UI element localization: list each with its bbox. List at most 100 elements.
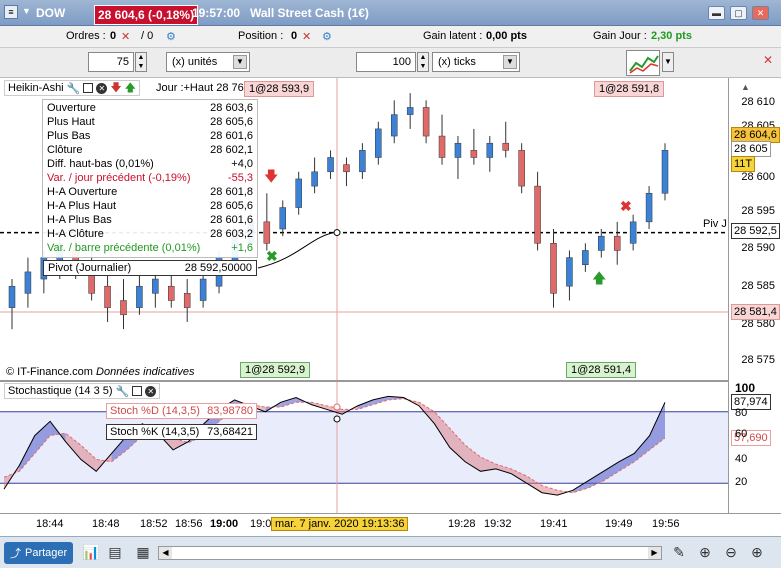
info-value: 28 605,6: [210, 200, 253, 212]
minimize-button[interactable]: ▬: [708, 6, 725, 20]
bottom-toolbar: ⤴ Partager 📊 ▤ ▦ ◀ ▶ ✎ ⊕ ⊖ ⊕: [0, 536, 781, 568]
share-icon: ⤴: [10, 548, 21, 560]
time-tick: 19:28: [448, 518, 476, 530]
clock-time: 19:57:00: [192, 6, 241, 20]
close-icon[interactable]: ✕: [145, 385, 157, 397]
ticks-unit-select[interactable]: (x) ticks ▼: [432, 52, 520, 72]
position-gear-icon[interactable]: ⚙: [322, 30, 332, 43]
close-button[interactable]: ✕: [752, 6, 769, 20]
axis-60: 60: [735, 428, 748, 440]
low-line-label: 28 581,4: [731, 304, 780, 320]
maximize-button[interactable]: ▢: [730, 6, 747, 20]
gear-icon[interactable]: ⚙: [166, 30, 176, 43]
zoom-out-icon[interactable]: ⊖: [722, 543, 740, 561]
ticks-input[interactable]: 100: [356, 52, 416, 72]
info-row: H-A Ouverture 28 601,8: [47, 186, 255, 199]
stats-bar: Ordres : 0 ✕ / 0 ⚙ Position : 0 ✕ ⚙ Gain…: [0, 26, 781, 48]
menu-icon[interactable]: ≡: [4, 5, 18, 19]
candle-body: [136, 285, 143, 308]
candle-body: [263, 221, 271, 244]
quantity-stepper[interactable]: ▲ ▼: [135, 52, 147, 72]
stochastic-panel[interactable]: Stochastique (14 3 5) 🔧 ✕ Stoch %D (14,3…: [0, 380, 728, 513]
price-chart[interactable]: Heikin-Ashi 🔧 ✕ 🡇 🡅 Jour :+Haut 28 769, …: [0, 78, 728, 380]
order-tag-top-left[interactable]: 1@28 593,9: [244, 81, 315, 97]
close-icon[interactable]: ✕: [96, 82, 108, 94]
order-tag-top-right[interactable]: 1@28 591,8: [594, 81, 665, 97]
close-icon[interactable]: ✕: [121, 30, 130, 43]
ohlc-info-panel: Ouverture 28 603,6 Plus Haut 28 605,6 Plus B…: [42, 99, 258, 258]
time-tick: 19:56: [652, 518, 680, 530]
pivot-line-label: Piv J: [703, 218, 727, 230]
info-value: 28 602,1: [210, 144, 253, 156]
timeframe-label: 11T: [731, 156, 756, 172]
stoch-fill: [280, 397, 297, 408]
close-position-icon[interactable]: ✕: [302, 30, 311, 43]
window-icon[interactable]: [83, 83, 94, 93]
arrow-down-icon[interactable]: 🡇: [110, 79, 121, 98]
grid-icon[interactable]: ▦: [134, 543, 152, 561]
stoch-band: [0, 411, 728, 484]
stoch-d-label: Stoch %D (14,3,5): [110, 405, 200, 417]
time-tick: 19:41: [540, 518, 568, 530]
info-value: 28 601,8: [210, 186, 253, 198]
buy-signal-icon: 🡅: [592, 270, 607, 286]
title-bar: ≡ ▼ DOW 28 604,6 (-0,18%) 19:57:00 Wall …: [0, 0, 781, 26]
time-axis[interactable]: 18:44 18:48 18:52 18:56 19:00 19:0 19:28 19:32 1…: [0, 513, 781, 535]
order-tag-bottom-right[interactable]: 1@28 591,4: [566, 362, 637, 378]
wrench-icon[interactable]: 🔧: [67, 82, 81, 95]
candle-body: [470, 150, 478, 158]
info-label: H-A Plus Bas: [47, 214, 112, 226]
chevron-down-icon[interactable]: ▼: [22, 6, 31, 16]
time-tick: 19:32: [484, 518, 512, 530]
stochastic-axis[interactable]: 100 87,974 80 57,690 60 40 20: [728, 380, 781, 513]
quantity-unit-select[interactable]: (x) unités ▼: [166, 52, 250, 72]
window-icon[interactable]: [132, 386, 143, 396]
time-tick: 19:0: [250, 518, 272, 530]
order-controls: 75 ▲ ▼ (x) unités ▼ 100 ▲ ▼ (x) ticks ▼ ▼ ✕: [0, 48, 781, 78]
quantity-input[interactable]: 75: [88, 52, 134, 72]
drawing-tool-icon[interactable]: ✎: [670, 543, 688, 561]
zoom-icon[interactable]: ⊕: [696, 543, 714, 561]
candle-body: [343, 164, 350, 173]
arrow-up-icon[interactable]: 🡅: [125, 79, 136, 98]
chevron-down-icon[interactable]: ▼: [662, 52, 674, 72]
pivot-info-box: Pivot (Journalier) 28 592,50000: [43, 260, 257, 276]
price-axis[interactable]: ▲ ▼ 28 61028 60528 60028 59528 59028 585…: [728, 78, 781, 380]
chart-title: Heikin-Ashi: [8, 82, 64, 94]
zoom-in-icon[interactable]: ⊕: [748, 543, 766, 561]
candle-body: [375, 128, 382, 158]
list-icon[interactable]: ▤: [106, 543, 124, 561]
info-row: Diff. haut-bas (0,01%) +4,0: [47, 158, 255, 171]
candle-body: [598, 235, 605, 251]
wrench-icon[interactable]: 🔧: [116, 385, 130, 398]
candle-body: [311, 171, 318, 187]
candle-body: [645, 193, 653, 223]
scroll-left-icon[interactable]: ◀: [159, 547, 172, 559]
chevron-up-icon[interactable]: ▲: [741, 82, 750, 92]
symbol-name[interactable]: DOW: [36, 6, 65, 20]
info-row: Var. / jour précédent (-0,19%) -55,3: [47, 172, 255, 185]
stoch-d-box: Stoch %D (14,3,5) 83,98780: [106, 403, 257, 419]
share-button[interactable]: ⤴ Partager: [4, 542, 74, 564]
close-chart-icon[interactable]: ✕: [763, 53, 773, 67]
pivot-value-label: 28 592,5: [731, 223, 780, 239]
chart-type-icon[interactable]: [626, 50, 660, 76]
pivot-box-label: Pivot (Journalier): [48, 262, 132, 274]
info-label: Var. / barre précédente (0,01%): [47, 242, 201, 254]
indicator-icon[interactable]: 📊: [82, 543, 100, 561]
cursor-point: [333, 229, 341, 237]
info-value: +1,6: [231, 242, 253, 254]
candle-body: [486, 142, 494, 158]
ticks-stepper[interactable]: ▲ ▼: [417, 52, 429, 72]
instrument-name: Wall Street Cash (1€): [250, 6, 369, 20]
scroll-right-icon[interactable]: ▶: [648, 547, 661, 559]
candle-body: [183, 293, 191, 308]
jour-label: Jour :+Haut 28 769,: [156, 82, 253, 94]
order-tag-bottom-left[interactable]: 1@28 592,9: [240, 362, 311, 378]
axis-40: 40: [735, 453, 748, 465]
time-tick: 19:49: [605, 518, 633, 530]
share-label: Partager: [25, 547, 68, 559]
gain-jour-value: 2,30 pts: [651, 30, 692, 42]
time-tick: 18:56: [175, 518, 203, 530]
time-scrollbar[interactable]: ◀ ▶: [158, 546, 662, 560]
